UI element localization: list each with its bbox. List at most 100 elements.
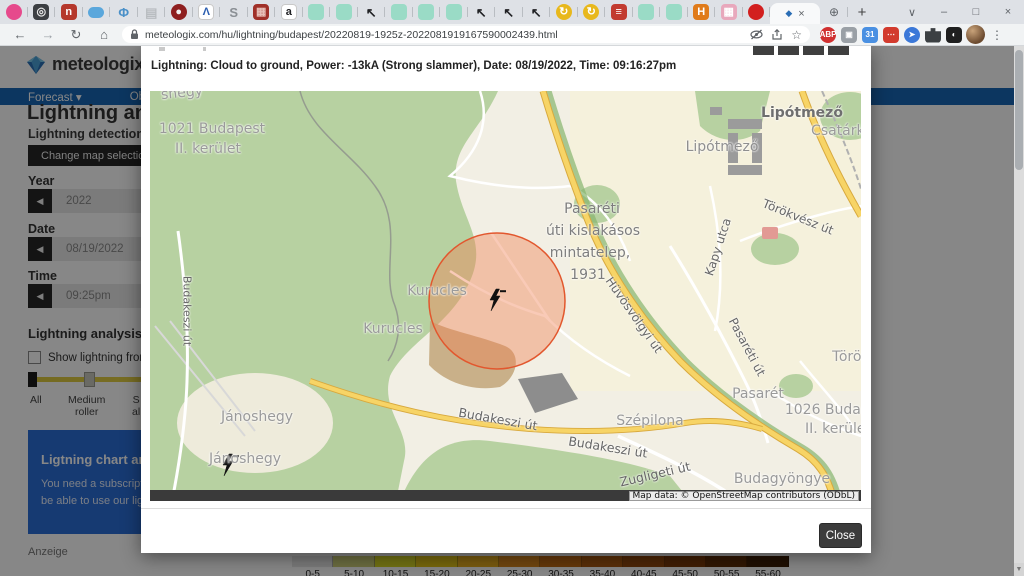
- red-dot-icon: [748, 4, 764, 20]
- meteologix-favicon-icon: ◆: [785, 8, 792, 19]
- cursor-black-icon: ↖: [528, 4, 544, 20]
- yellow-sync-icon: ↻: [583, 4, 599, 20]
- strike-info-title: Lightning: Cloud to ground, Power: -13kA…: [151, 60, 676, 72]
- pinned-tab-red-grid[interactable]: ▦: [248, 0, 276, 24]
- osm-map[interactable]: shegy1021 BudapestII. kerületLipótmezőLi…: [150, 91, 861, 501]
- profile-avatar[interactable]: [966, 25, 985, 44]
- browser-window: ◎nΦ▤●ΛS▦a↖↖↖↖↻↻≡H▦ ◆ × ⊕ + ∨–□× ← → ↻ ⌂ …: [0, 0, 1024, 576]
- pinned-tab-red-dot[interactable]: [743, 0, 771, 24]
- pinned-tab-teal-app[interactable]: [303, 0, 331, 24]
- map-bottom-bar: Map data: © OpenStreetMap contributors (…: [150, 490, 861, 501]
- clipped-text-fragment: [203, 47, 206, 51]
- pinned-tab-grey-tool[interactable]: ▤: [138, 0, 166, 24]
- map-label-1026-budapest: 1026 Budapest: [785, 402, 861, 418]
- teal-app-icon: [638, 4, 654, 20]
- blue-pill-icon: [88, 7, 104, 18]
- pinned-tab-cursor-black[interactable]: ↖: [495, 0, 523, 24]
- yellow-sync-icon: ↻: [556, 4, 572, 20]
- home-button[interactable]: ⌂: [90, 28, 118, 41]
- puzzle-dark-extension-icon[interactable]: [925, 27, 941, 43]
- teal-app-icon: [336, 4, 352, 20]
- share-icon[interactable]: [771, 29, 783, 41]
- pinned-tab-chart-white[interactable]: Λ: [193, 0, 221, 24]
- active-tab[interactable]: ◆ ×: [770, 3, 820, 24]
- map-attribution: Map data: © OpenStreetMap contributors (…: [629, 491, 859, 501]
- clipped-map-control[interactable]: [803, 46, 824, 55]
- blue-calendar-extension-icon[interactable]: 31: [862, 27, 878, 43]
- window-controls: ∨–□×: [896, 0, 1024, 24]
- teal-app-icon: [446, 4, 462, 20]
- new-tab-button[interactable]: +: [848, 0, 876, 24]
- grey-tool-icon: ▤: [143, 4, 159, 20]
- map-label-sz-pilona: Szépilona: [616, 413, 684, 429]
- red-menu-extension-icon[interactable]: ⋯: [883, 27, 899, 43]
- pinned-tab-dark-camera[interactable]: ◎: [28, 0, 56, 24]
- pinned-tab-teal-app[interactable]: [633, 0, 661, 24]
- pinned-tab-teal-app[interactable]: [440, 0, 468, 24]
- pinned-tab-cursor-black[interactable]: ↖: [358, 0, 386, 24]
- tab-close-icon[interactable]: ×: [798, 8, 804, 20]
- grey-capture-extension-icon[interactable]: ▣: [841, 27, 857, 43]
- teal-app-icon: [391, 4, 407, 20]
- minimize-button[interactable]: –: [928, 0, 960, 24]
- pinned-tab-h-orange[interactable]: H: [688, 0, 716, 24]
- pinned-tab-power-blue[interactable]: Φ: [110, 0, 138, 24]
- dark-reader-extension-icon[interactable]: ◐: [946, 27, 962, 43]
- pinned-tab-cursor-black[interactable]: ↖: [523, 0, 551, 24]
- maximize-button[interactable]: □: [960, 0, 992, 24]
- pinned-tab-pink-dot[interactable]: [0, 0, 28, 24]
- clipped-map-control[interactable]: [778, 46, 799, 55]
- dialog-footer: Close: [141, 508, 871, 554]
- reload-button[interactable]: ↻: [62, 28, 90, 41]
- browser-menu-icon[interactable]: ⋮: [991, 28, 1003, 42]
- pinned-tab-yellow-sync[interactable]: ↻: [550, 0, 578, 24]
- clipped-text-fragment: [159, 47, 165, 51]
- url-text: meteologix.com/hu/lightning/budapest/202…: [145, 29, 742, 41]
- map-label-t-r-kv: Törökv: [832, 349, 861, 365]
- chart-white-icon: Λ: [198, 4, 214, 20]
- globe-icon: ⊕: [829, 5, 839, 19]
- eye-off-icon[interactable]: [750, 29, 763, 40]
- map-label-csat-rka: Csatárka: [811, 123, 861, 139]
- scrollbar-thumb[interactable]: [1015, 50, 1023, 170]
- pink-grid-icon: ▦: [721, 4, 737, 20]
- address-bar[interactable]: meteologix.com/hu/lightning/budapest/202…: [122, 26, 810, 43]
- map-label-ii-ker-let: II. kerület: [805, 421, 861, 437]
- pinned-tab-teal-app[interactable]: [385, 0, 413, 24]
- pinned-tab-letter-s[interactable]: S: [220, 0, 248, 24]
- h-orange-icon: H: [693, 4, 709, 20]
- pinned-tab-red-card[interactable]: ≡: [605, 0, 633, 24]
- cursor-black-icon: ↖: [501, 4, 517, 20]
- tab-search-chevron-button[interactable]: ∨: [896, 0, 928, 24]
- scrollbar-down-arrow[interactable]: ▼: [1014, 563, 1024, 576]
- globe-tab[interactable]: ⊕: [820, 0, 848, 24]
- red-grid-icon: ▦: [253, 4, 269, 20]
- blue-stream-extension-icon[interactable]: ➤: [904, 27, 920, 43]
- pinned-tab-letter-a[interactable]: a: [275, 0, 303, 24]
- pinned-tab-teal-app[interactable]: [660, 0, 688, 24]
- clipped-map-control[interactable]: [828, 46, 849, 55]
- clipped-map-control[interactable]: [753, 46, 774, 55]
- pinned-tab-blue-pill[interactable]: [83, 0, 111, 24]
- pinned-tab-npm-red[interactable]: n: [55, 0, 83, 24]
- adblock-extension-icon[interactable]: ABP: [820, 27, 836, 43]
- bookmark-star-icon[interactable]: ☆: [791, 28, 802, 42]
- forward-button[interactable]: →: [34, 28, 62, 41]
- close-button[interactable]: Close: [819, 523, 862, 548]
- pinned-tab-teal-app[interactable]: [413, 0, 441, 24]
- pinned-tab-cursor-black[interactable]: ↖: [468, 0, 496, 24]
- back-button[interactable]: ←: [6, 28, 34, 41]
- pinned-tab-yellow-sync[interactable]: ↻: [578, 0, 606, 24]
- close-window-button[interactable]: ×: [992, 0, 1024, 24]
- teal-app-icon: [666, 4, 682, 20]
- map-label-budakeszi-t: Budakeszi út: [181, 276, 194, 346]
- pinned-tabs: ◎n Φ ▤ ● ΛS ▦ a ↖ ↖ ↖ ↖ ↻ ↻ ≡ H ▦: [0, 0, 770, 24]
- map-label-j-noshegy: Jánoshegy: [221, 409, 293, 425]
- page-scrollbar[interactable]: ▼: [1014, 46, 1024, 576]
- pinned-tab-teal-app[interactable]: [330, 0, 358, 24]
- lightning-detail-dialog: Lightning: Cloud to ground, Power: -13kA…: [141, 46, 871, 553]
- map-label-kurucles: Kurucles: [407, 283, 466, 299]
- pinned-tab-pink-grid[interactable]: ▦: [715, 0, 743, 24]
- power-blue-icon: Φ: [116, 4, 132, 20]
- pinned-tab-target-red[interactable]: ●: [165, 0, 193, 24]
